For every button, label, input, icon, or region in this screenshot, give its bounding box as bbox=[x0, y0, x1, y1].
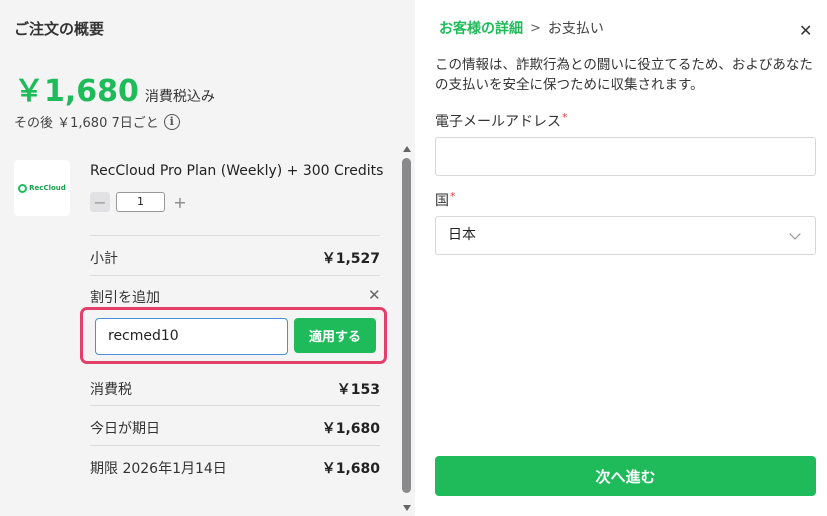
breadcrumb: お客様の詳細 > お支払い bbox=[439, 18, 604, 38]
recurring-price-text: その後 ￥1,680 7日ごと bbox=[14, 116, 159, 131]
divider bbox=[90, 235, 380, 236]
close-discount-icon[interactable]: ✕ bbox=[368, 286, 381, 304]
product-logo: RecCloud bbox=[14, 160, 70, 216]
email-label-text: 電子メールアドレス bbox=[435, 114, 561, 130]
due-today-label: 今日が期日 bbox=[90, 421, 160, 437]
total-price: ￥1,680 bbox=[14, 74, 139, 109]
divider bbox=[90, 445, 380, 446]
email-label: 電子メールアドレス* bbox=[435, 111, 568, 131]
add-discount-label: 割引を追加 bbox=[90, 290, 160, 306]
total-price-row: ￥1,680 消費税込み bbox=[14, 66, 215, 110]
country-select-value: 日本 bbox=[448, 227, 476, 243]
deadline-value: ￥1,680 bbox=[321, 461, 380, 477]
breadcrumb-customer-details: お客様の詳細 bbox=[439, 21, 523, 37]
divider bbox=[90, 275, 380, 276]
info-icon[interactable]: i bbox=[163, 113, 180, 130]
scroll-up-arrow-icon[interactable] bbox=[403, 146, 411, 152]
reccloud-logo-icon bbox=[18, 183, 28, 193]
country-label-text: 国 bbox=[435, 193, 449, 209]
subtotal-label: 小計 bbox=[90, 251, 118, 267]
next-button[interactable]: 次へ進む bbox=[435, 456, 816, 496]
country-select[interactable]: 日本 bbox=[435, 216, 816, 255]
tax-label: 消費税 bbox=[90, 382, 132, 398]
scrollbar-thumb[interactable] bbox=[402, 158, 411, 493]
apply-coupon-button[interactable]: 適用する bbox=[294, 318, 376, 353]
required-mark: * bbox=[450, 190, 456, 203]
quantity-decrement-button[interactable]: − bbox=[90, 192, 110, 212]
close-icon[interactable]: ✕ bbox=[799, 21, 812, 40]
divider bbox=[90, 405, 380, 406]
order-summary-title: ご注文の概要 bbox=[14, 20, 105, 38]
required-mark: * bbox=[562, 111, 568, 124]
email-field[interactable] bbox=[435, 137, 816, 176]
breadcrumb-separator-icon: > bbox=[530, 20, 541, 36]
tax-included-label: 消費税込み bbox=[144, 89, 215, 105]
chevron-down-icon bbox=[789, 228, 801, 240]
product-name: RecCloud Pro Plan (Weekly) + 300 Credits bbox=[90, 163, 384, 179]
privacy-info-text: この情報は、詐欺行為との闘いに役立てるため、およびあなたの支払いを安全に保つため… bbox=[435, 57, 813, 93]
subtotal-value: ￥1,527 bbox=[321, 251, 380, 267]
due-today-value: ￥1,680 bbox=[321, 421, 380, 437]
breadcrumb-payment: お支払い bbox=[547, 21, 604, 37]
quantity-increment-button[interactable]: + bbox=[170, 192, 190, 212]
coupon-code-input[interactable]: recmed10 bbox=[95, 318, 288, 355]
recurring-price-row: その後 ￥1,680 7日ごと i bbox=[14, 112, 180, 131]
scroll-down-arrow-icon[interactable] bbox=[403, 505, 411, 511]
quantity-input[interactable]: 1 bbox=[116, 192, 165, 212]
deadline-label: 期限 2026年1月14日 bbox=[90, 461, 227, 477]
country-label: 国* bbox=[435, 190, 456, 210]
tax-value: ￥153 bbox=[336, 382, 380, 398]
product-logo-text: RecCloud bbox=[29, 184, 66, 192]
